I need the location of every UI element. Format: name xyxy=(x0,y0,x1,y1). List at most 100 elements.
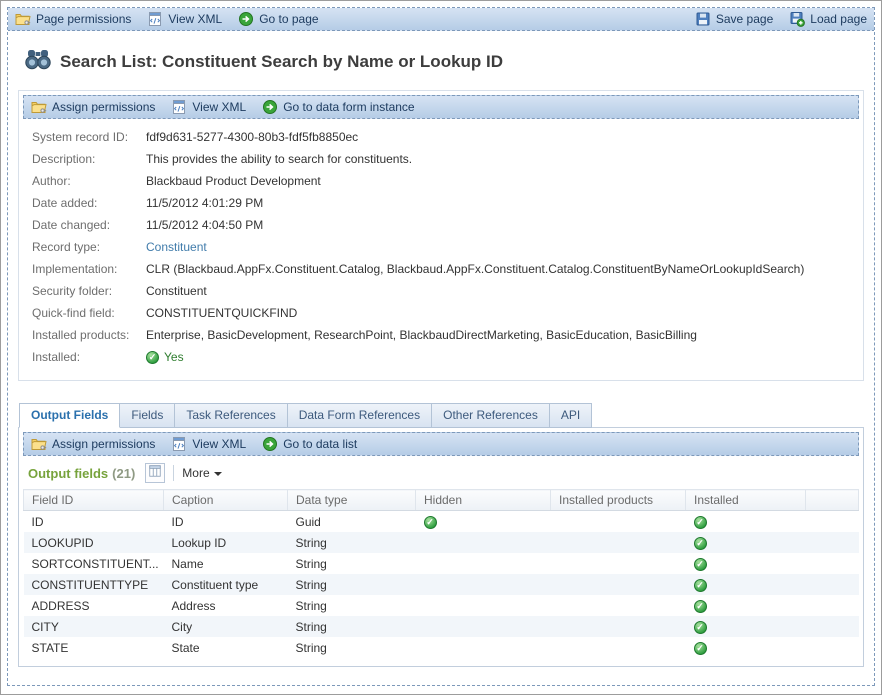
cell-spacer xyxy=(806,616,859,637)
check-icon: ✓ xyxy=(694,558,707,571)
page-toolbar-right: Save page Load page xyxy=(679,11,867,27)
property-row: Date changed: 11/5/2012 4:04:50 PM xyxy=(32,218,853,232)
go-to-page-button[interactable]: Go to page xyxy=(238,11,318,27)
permissions-folder-icon xyxy=(31,436,47,452)
column-chooser-icon xyxy=(148,464,162,483)
cell-field-id: ID xyxy=(24,511,164,533)
cell-spacer xyxy=(806,511,859,533)
design-mode-outline: Page permissions View XML Go to page xyxy=(7,7,875,686)
search-list-binoculars-icon xyxy=(25,47,51,76)
more-button[interactable]: More xyxy=(182,466,221,480)
property-value: CLR (Blackbaud.AppFx.Constituent.Catalog… xyxy=(146,262,804,276)
go-arrow-icon xyxy=(238,11,254,27)
tab-task-references[interactable]: Task References xyxy=(175,403,287,428)
table-row[interactable]: ID ID Guid ✓ ✓ xyxy=(24,511,859,533)
output-fields-list-header: Output fields (21) More xyxy=(23,456,859,489)
go-to-data-form-instance-label: Go to data form instance xyxy=(283,100,414,114)
cell-installed-products xyxy=(551,595,686,616)
view-xml-button[interactable]: View XML xyxy=(171,99,246,115)
tab-data-form-references[interactable]: Data Form References xyxy=(288,403,432,428)
cell-installed-products xyxy=(551,553,686,574)
page-header: Search List: Constituent Search by Name … xyxy=(25,47,860,76)
column-chooser-button[interactable] xyxy=(145,463,165,483)
column-header-data-type[interactable]: Data type xyxy=(288,490,416,511)
cell-spacer xyxy=(806,553,859,574)
cell-caption: Lookup ID xyxy=(164,532,288,553)
view-xml-label: View XML xyxy=(192,100,246,114)
cell-field-id: STATE xyxy=(24,637,164,658)
check-icon: ✓ xyxy=(424,516,437,529)
go-arrow-icon xyxy=(262,99,278,115)
load-page-button[interactable]: Load page xyxy=(789,11,867,27)
tab-other-references[interactable]: Other References xyxy=(432,403,550,428)
property-label: System record ID: xyxy=(32,130,146,144)
property-label: Security folder: xyxy=(32,284,146,298)
column-header-installed[interactable]: Installed xyxy=(686,490,806,511)
property-label: Record type: xyxy=(32,240,146,254)
view-xml-label: View XML xyxy=(192,437,246,451)
go-to-data-form-instance-button[interactable]: Go to data form instance xyxy=(262,99,414,115)
tab-output-fields[interactable]: Output Fields xyxy=(19,403,120,428)
cell-spacer xyxy=(806,532,859,553)
application-window: Page permissions View XML Go to page xyxy=(0,0,882,695)
table-row[interactable]: SORTCONSTITUENT... Name String ✓ xyxy=(24,553,859,574)
installed-status: ✓ Yes xyxy=(146,350,184,364)
cell-installed: ✓ xyxy=(686,574,806,595)
property-row: Record type: Constituent xyxy=(32,240,853,254)
output-fields-table: Field ID Caption Data type Hidden Instal… xyxy=(23,489,859,658)
cell-hidden xyxy=(416,574,551,595)
cell-hidden xyxy=(416,616,551,637)
table-row[interactable]: STATE State String ✓ xyxy=(24,637,859,658)
installed-value: Yes xyxy=(164,350,184,364)
cell-installed: ✓ xyxy=(686,616,806,637)
go-to-data-list-button[interactable]: Go to data list xyxy=(262,436,357,452)
property-label: Author: xyxy=(32,174,146,188)
permissions-folder-icon xyxy=(31,99,47,115)
column-header-spacer xyxy=(806,490,859,511)
tab-fields[interactable]: Fields xyxy=(120,403,175,428)
column-header-hidden[interactable]: Hidden xyxy=(416,490,551,511)
column-header-caption[interactable]: Caption xyxy=(164,490,288,511)
page-toolbar: Page permissions View XML Go to page xyxy=(7,7,875,31)
cell-data-type: String xyxy=(288,553,416,574)
cell-caption: City xyxy=(164,616,288,637)
cell-caption: Name xyxy=(164,553,288,574)
page-permissions-label: Page permissions xyxy=(36,12,131,26)
table-row[interactable]: ADDRESS Address String ✓ xyxy=(24,595,859,616)
load-disk-icon xyxy=(789,11,805,27)
cell-installed: ✓ xyxy=(686,532,806,553)
cell-spacer xyxy=(806,574,859,595)
cell-field-id: CONSTITUENTTYPE xyxy=(24,574,164,595)
property-value: Constituent xyxy=(146,284,207,298)
cell-field-id: CITY xyxy=(24,616,164,637)
record-type-link[interactable]: Constituent xyxy=(146,240,207,254)
cell-installed-products xyxy=(551,574,686,595)
property-value: Blackbaud Product Development xyxy=(146,174,321,188)
assign-permissions-button[interactable]: Assign permissions xyxy=(31,436,155,452)
check-icon: ✓ xyxy=(694,642,707,655)
cell-installed-products xyxy=(551,616,686,637)
cell-data-type: Guid xyxy=(288,511,416,533)
tab-api[interactable]: API xyxy=(550,403,592,428)
detail-toolbar: Assign permissions View XML Go to data f… xyxy=(23,95,859,119)
cell-data-type: String xyxy=(288,574,416,595)
view-xml-button[interactable]: View XML xyxy=(147,11,222,27)
cell-installed-products xyxy=(551,532,686,553)
go-arrow-icon xyxy=(262,436,278,452)
table-row[interactable]: LOOKUPID Lookup ID String ✓ xyxy=(24,532,859,553)
view-xml-button[interactable]: View XML xyxy=(171,436,246,452)
property-row: Description: This provides the ability t… xyxy=(32,152,853,166)
table-row[interactable]: CONSTITUENTTYPE Constituent type String … xyxy=(24,574,859,595)
property-label: Installed products: xyxy=(32,328,146,342)
property-row: Quick-find field: CONSTITUENTQUICKFIND xyxy=(32,306,853,320)
property-value: 11/5/2012 4:04:50 PM xyxy=(146,218,263,232)
cell-field-id: SORTCONSTITUENT... xyxy=(24,553,164,574)
column-header-field-id[interactable]: Field ID xyxy=(24,490,164,511)
page-permissions-button[interactable]: Page permissions xyxy=(15,11,131,27)
column-header-installed-products[interactable]: Installed products xyxy=(551,490,686,511)
table-row[interactable]: CITY City String ✓ xyxy=(24,616,859,637)
assign-permissions-button[interactable]: Assign permissions xyxy=(31,99,155,115)
save-page-button[interactable]: Save page xyxy=(695,11,773,27)
check-icon: ✓ xyxy=(146,351,159,364)
cell-hidden xyxy=(416,553,551,574)
